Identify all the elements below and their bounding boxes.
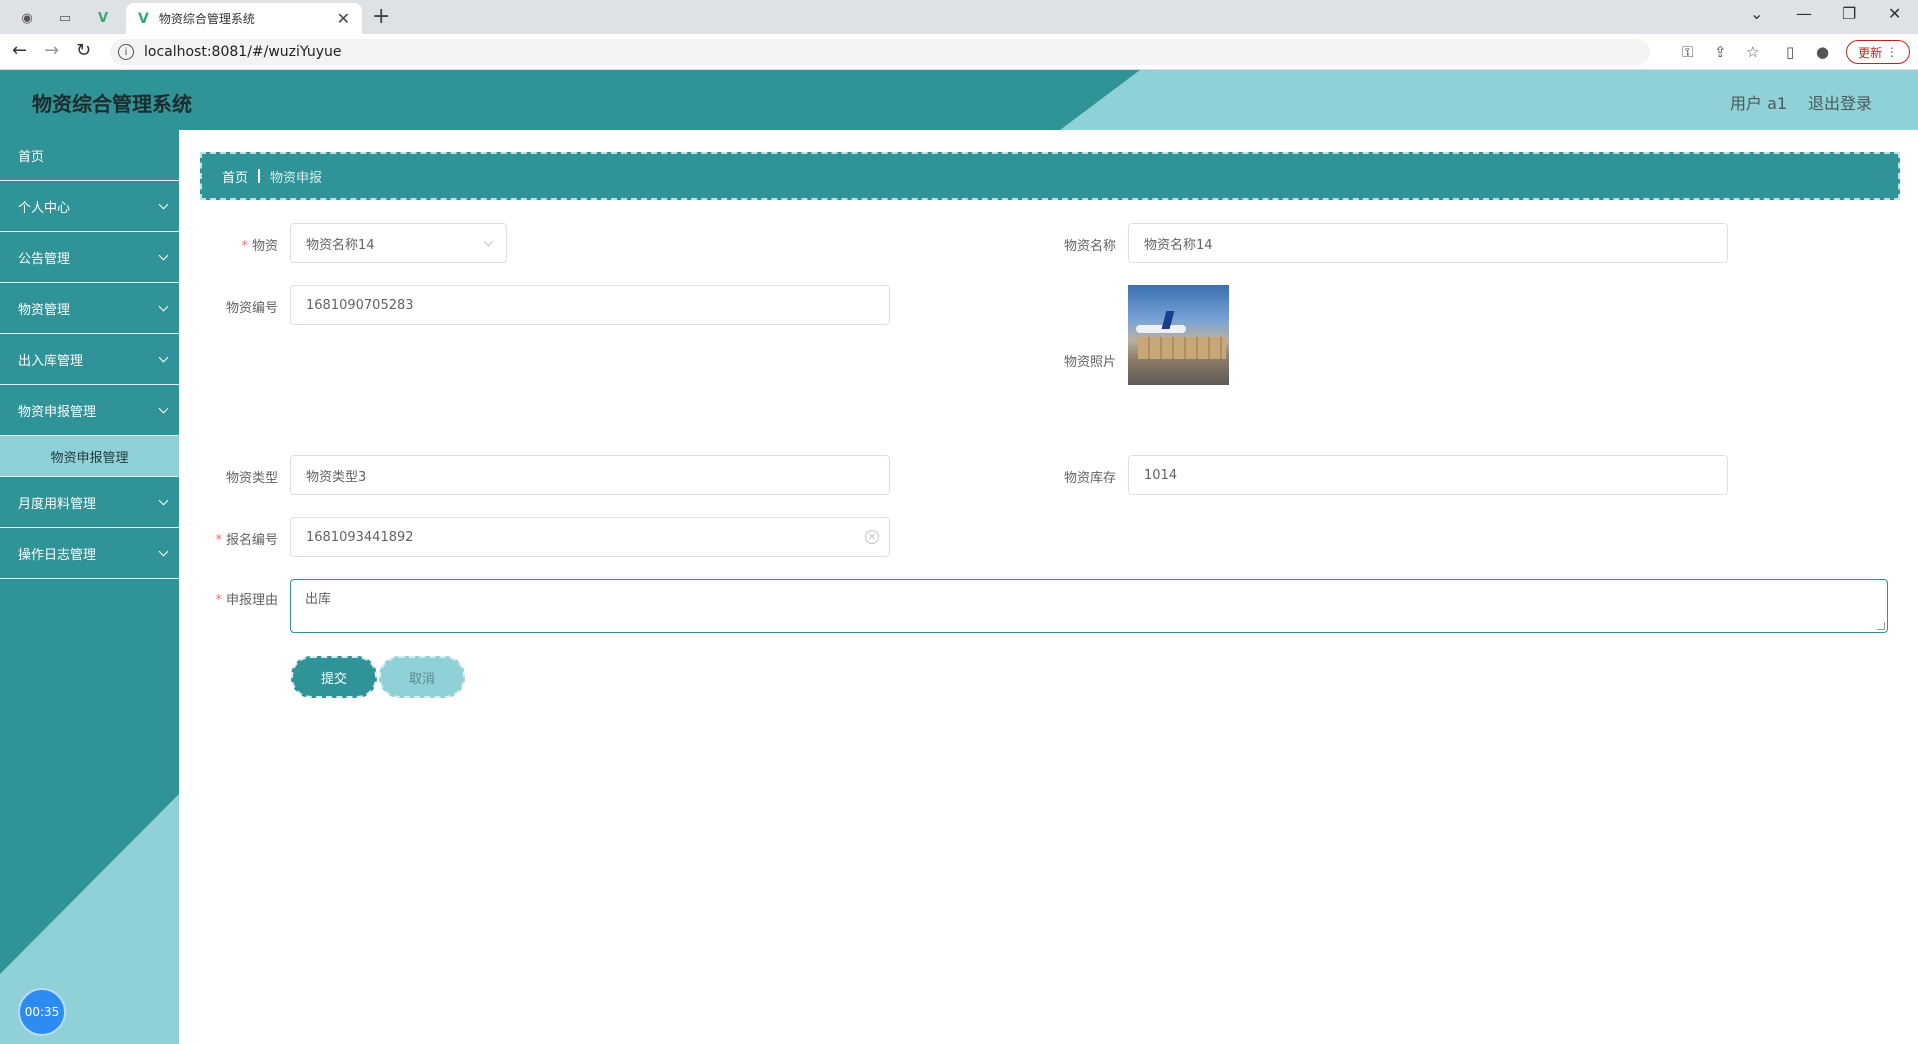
clear-icon[interactable]: ✕	[865, 530, 879, 544]
breadcrumb-separator	[258, 169, 261, 183]
sidebar-item-declaration[interactable]: 物资申报管理	[0, 385, 179, 436]
submit-button[interactable]: 提交	[291, 656, 377, 698]
sidebar-subitem-declaration[interactable]: 物资申报管理	[0, 436, 179, 477]
wuzi-code-label: 物资编号	[225, 301, 278, 316]
wuzi-type-value: 物资类型3	[306, 469, 367, 485]
wuzi-photo	[1128, 285, 1229, 385]
chevron-down-icon[interactable]: ⌄	[1750, 4, 1763, 23]
wuzi-name-field[interactable]: 物资名称14	[1128, 223, 1728, 263]
key-icon[interactable]: ⚿	[1682, 43, 1693, 61]
minimize-button[interactable]: —	[1796, 4, 1812, 23]
url-text: localhost:8081/#/wuziYuyue	[144, 44, 342, 60]
sidebar-item-label: 个人中心	[18, 200, 71, 216]
active-tab[interactable]: V 物资综合管理系统 ✕	[126, 3, 362, 34]
wuzi-photo-label: 物资照片	[1063, 355, 1116, 370]
update-label: 更新	[1858, 45, 1883, 60]
star-icon[interactable]: ☆	[1746, 43, 1759, 61]
app-header: 物资综合管理系统 用户 a1 退出登录	[0, 70, 1918, 130]
wuzi-stock-value: 1014	[1144, 467, 1178, 483]
chevron-down-icon	[158, 495, 169, 506]
sidebar-item-label: 物资管理	[18, 302, 71, 318]
address-bar: ← → ↻ i localhost:8081/#/wuziYuyue ⚿ ⇪ ☆…	[0, 34, 1918, 70]
reload-icon[interactable]: ↻	[76, 40, 91, 61]
close-icon[interactable]: ✕	[337, 9, 350, 28]
wuzi-label: * 物资	[241, 239, 278, 254]
sidebar-item-label: 操作日志管理	[18, 547, 97, 563]
new-tab-button[interactable]: +	[372, 4, 390, 29]
breadcrumb: 首页 物资申报	[200, 152, 1900, 200]
baoming-code-field[interactable]: 1681093441892 ✕	[290, 517, 890, 557]
header-decoration	[1060, 70, 1918, 130]
restore-button[interactable]: ❐	[1842, 4, 1856, 23]
vue-tab-icon[interactable]: V	[90, 6, 116, 30]
sidebar-item-label: 首页	[18, 149, 45, 165]
wuzi-name-value: 物资名称14	[1144, 237, 1213, 253]
app-title: 物资综合管理系统	[32, 92, 192, 116]
sidebar-item-personal-center[interactable]: 个人中心	[0, 181, 179, 232]
wuzi-select[interactable]: 物资名称14	[290, 223, 507, 263]
vue-logo-icon: V	[138, 10, 149, 27]
baoming-code-label: * 报名编号	[215, 533, 278, 548]
forward-arrow-icon[interactable]: →	[44, 40, 59, 61]
sidebar-item-monthly[interactable]: 月度用料管理	[0, 477, 179, 528]
chevron-down-icon	[158, 352, 169, 363]
logout-link[interactable]: 退出登录	[1808, 90, 1872, 114]
chevron-down-icon	[158, 301, 169, 312]
reason-label: * 申报理由	[215, 593, 278, 608]
sidebar-item-label: 出入库管理	[18, 353, 84, 369]
user-label: 用户 a1	[1730, 94, 1788, 113]
sidebar-item-logs[interactable]: 操作日志管理	[0, 528, 179, 579]
close-window-button[interactable]: ✕	[1888, 4, 1901, 23]
sidebar-subitem-label: 物资申报管理	[50, 450, 129, 466]
wuzi-type-field[interactable]: 物资类型3	[290, 455, 890, 495]
sidebar-item-label: 月度用料管理	[18, 496, 97, 512]
browser-tab-bar: ◉ ▭ V V 物资综合管理系统 ✕ + ⌄ — ❐ ✕	[0, 0, 1918, 34]
chevron-down-icon	[483, 236, 494, 247]
back-arrow-icon[interactable]: ←	[12, 40, 27, 61]
wuzi-stock-field[interactable]: 1014	[1128, 455, 1728, 495]
baoming-code-value: 1681093441892	[306, 529, 414, 545]
update-button[interactable]: 更新 ⋮	[1846, 40, 1910, 64]
plane-shape	[1136, 325, 1186, 333]
sidebar-item-materials[interactable]: 物资管理	[0, 283, 179, 334]
cargo-shape	[1138, 337, 1226, 359]
chevron-down-icon	[158, 250, 169, 261]
chevron-down-icon	[158, 199, 169, 210]
wuzi-code-field[interactable]: 1681090705283	[290, 285, 890, 325]
reason-textarea[interactable]: 出库	[290, 579, 1888, 633]
breadcrumb-home[interactable]: 首页	[222, 167, 248, 186]
chevron-down-icon	[158, 546, 169, 557]
sidepanel-icon[interactable]: ▯	[1786, 43, 1794, 61]
timer-badge[interactable]: 00:35	[18, 988, 66, 1036]
wuzi-type-label: 物资类型	[225, 471, 278, 486]
cancel-button[interactable]: 取消	[379, 656, 465, 698]
page-icon[interactable]: ▭	[52, 6, 78, 30]
chevron-down-icon	[158, 403, 169, 414]
wuzi-stock-label: 物资库存	[1063, 471, 1116, 486]
wuzi-name-label: 物资名称	[1063, 239, 1116, 254]
breadcrumb-current: 物资申报	[270, 170, 323, 186]
sidebar-item-home[interactable]: 首页	[0, 130, 179, 181]
share-icon[interactable]: ⇪	[1714, 43, 1727, 61]
url-field[interactable]: i localhost:8081/#/wuziYuyue	[110, 39, 1650, 65]
sidebar-item-label: 公告管理	[18, 251, 71, 267]
globe-icon[interactable]: ◉	[14, 6, 40, 30]
wuzi-select-value: 物资名称14	[306, 237, 375, 253]
sidebar-item-notices[interactable]: 公告管理	[0, 232, 179, 283]
tab-title: 物资综合管理系统	[158, 12, 255, 26]
profile-icon[interactable]: ●	[1816, 43, 1829, 61]
sidebar-item-inout[interactable]: 出入库管理	[0, 334, 179, 385]
wuzi-code-value: 1681090705283	[306, 297, 414, 313]
info-icon[interactable]: i	[118, 44, 134, 60]
reason-value: 出库	[305, 592, 332, 607]
sidebar: 首页 个人中心 公告管理 物资管理 出入库管理 物资申报管理 物资申报管理 月度…	[0, 130, 179, 1044]
resize-grip-icon[interactable]	[1877, 622, 1885, 630]
sidebar-item-label: 物资申报管理	[18, 404, 97, 420]
